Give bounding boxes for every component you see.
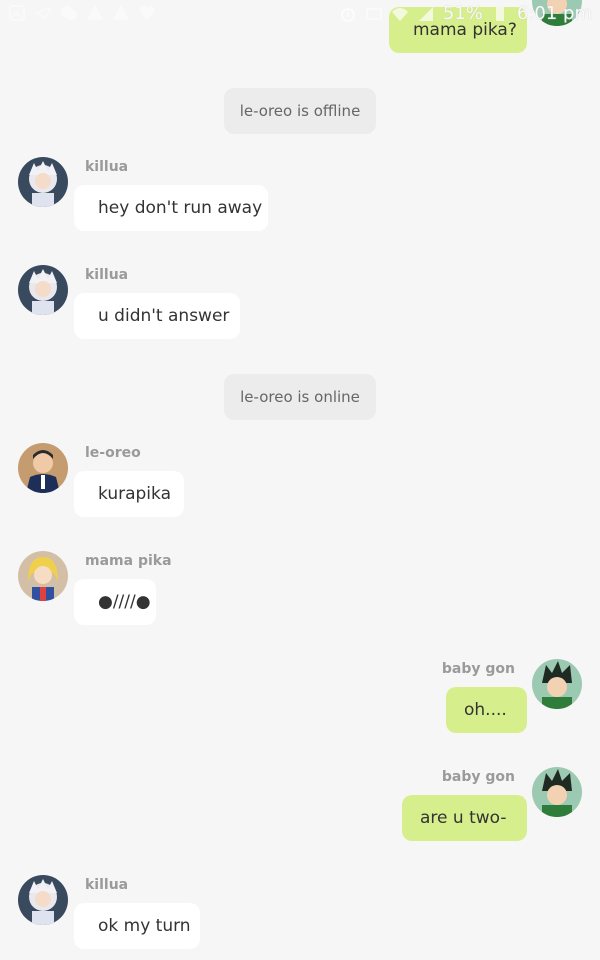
lte-icon [365,5,383,23]
status-bar: 51% 6:01 pm [0,0,600,28]
message-text: are u two- [420,808,507,828]
avatar[interactable] [18,265,68,315]
alarm-icon [339,5,357,23]
signal-icon [417,5,435,23]
chat-thread[interactable]: mama pika? le-oreo is offline killua hey… [0,0,600,960]
avatar[interactable] [532,767,582,817]
sender-name: baby gon [441,769,515,785]
message-bubble-incoming[interactable]: hey don't run away [74,185,268,231]
gallery-icon [8,4,26,22]
system-notice-text: le-oreo is offline [239,102,361,120]
system-notice: le-oreo is offline [224,88,376,134]
message-text: oh.... [464,700,507,720]
message-text: ●////● [98,592,151,612]
sender-name: killua [85,267,129,283]
wifi-icon [391,5,409,23]
battery-percent: 51% [442,3,483,24]
message-bubble-incoming[interactable]: kurapika [74,471,184,517]
messenger-icon [33,4,52,22]
avatar[interactable] [18,875,68,925]
message-text: kurapika [98,484,171,504]
message-text: ok my turn [98,916,191,936]
alert-icon [112,4,130,22]
chat-icon [60,4,78,22]
message-bubble-outgoing[interactable]: oh.... [446,687,527,733]
message-bubble-incoming[interactable]: u didn't answer [74,293,240,339]
avatar[interactable] [18,157,68,207]
heart-icon [138,4,156,22]
message-text: u didn't answer [98,306,230,326]
sender-name: killua [85,159,129,175]
sender-name: baby gon [441,661,515,677]
system-notice-text: le-oreo is online [240,388,360,406]
message-text: hey don't run away [98,198,263,218]
avatar[interactable] [18,443,68,493]
avatar[interactable] [18,551,68,601]
sender-name: mama pika [85,553,172,569]
system-notice: le-oreo is online [224,374,376,420]
message-bubble-incoming[interactable]: ok my turn [74,903,200,949]
avatar[interactable] [532,659,582,709]
clock-time: 6:01 pm [516,3,592,24]
sender-name: killua [85,877,129,893]
message-bubble-outgoing[interactable]: are u two- [402,795,527,841]
sender-name: le-oreo [85,445,141,461]
message-bubble-incoming[interactable]: ●////● [74,579,156,625]
battery-icon [491,5,509,23]
alert-icon [86,4,104,22]
